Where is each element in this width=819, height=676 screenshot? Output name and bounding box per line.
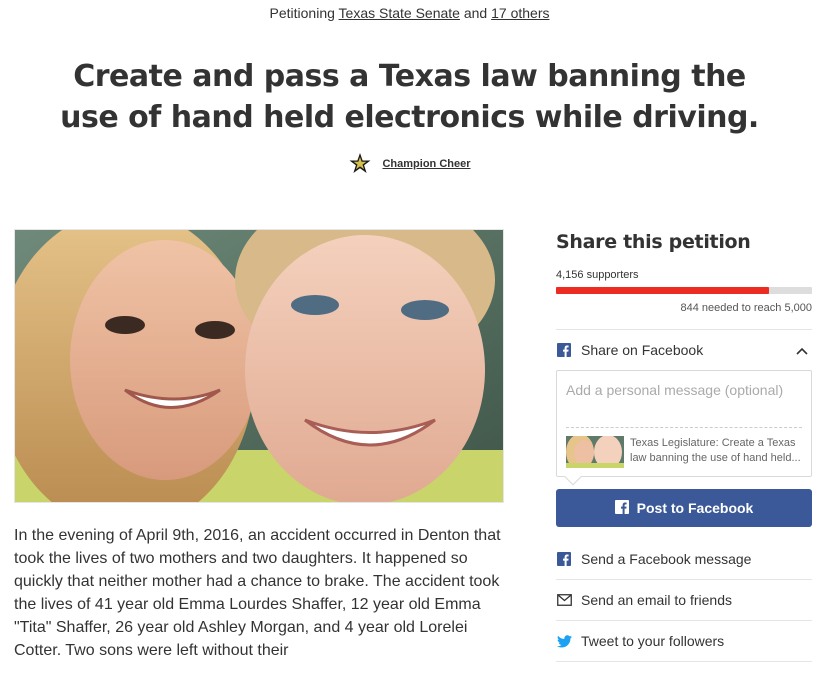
tweet-label: Tweet to your followers (581, 633, 725, 649)
cheer-star-logo-icon (348, 152, 372, 176)
facebook-icon (556, 551, 572, 567)
link-preview-text: Texas Legislature: Create a Texas law ba… (630, 437, 801, 464)
starter-name-link[interactable]: Champion Cheer (382, 158, 470, 170)
envelope-icon (556, 592, 572, 608)
divider (556, 661, 812, 662)
petition-photo (14, 229, 504, 503)
share-title: Share this petition (556, 231, 751, 253)
petition-title: Create and pass a Texas law banning the … (60, 59, 759, 135)
post-to-facebook-button[interactable]: Post to Facebook (556, 489, 812, 527)
share-panel: Share this petition 4,156 supporters 844… (556, 231, 812, 662)
others-link[interactable]: 17 others (491, 5, 549, 21)
twitter-bird-icon (556, 633, 572, 649)
share-on-facebook-label: Share on Facebook (581, 342, 704, 358)
petitioning-label: Petitioning (269, 5, 335, 21)
chevron-up-icon[interactable] (796, 342, 808, 358)
facebook-icon (614, 499, 629, 517)
progress-bar (556, 287, 812, 294)
facebook-icon (556, 342, 572, 358)
send-facebook-message-button[interactable]: Send a Facebook message (556, 539, 812, 579)
and-label: and (463, 5, 488, 21)
needed-count: 844 needed to reach 5,000 (680, 302, 812, 314)
supporter-count: 4,156 supporters (556, 269, 639, 281)
post-to-facebook-label: Post to Facebook (636, 500, 754, 516)
share-on-facebook-toggle[interactable]: Share on Facebook (556, 330, 812, 370)
petition-starter: Champion Cheer (0, 152, 819, 176)
petition-targets-line: Petitioning Texas State Senate and 17 ot… (0, 5, 819, 21)
target-link[interactable]: Texas State Senate (339, 5, 460, 21)
send-facebook-message-label: Send a Facebook message (581, 551, 752, 567)
tweet-button[interactable]: Tweet to your followers (556, 621, 812, 661)
progress-bar-fill (556, 287, 769, 294)
petition-story: In the evening of April 9th, 2016, an ac… (14, 527, 501, 659)
facebook-message-box: Add a personal message (optional) Texas … (556, 370, 812, 486)
link-preview: Texas Legislature: Create a Texas law ba… (557, 428, 811, 476)
send-email-button[interactable]: Send an email to friends (556, 580, 812, 620)
send-email-label: Send an email to friends (581, 592, 732, 608)
link-preview-thumbnail (566, 436, 624, 468)
personal-message-input[interactable]: Add a personal message (optional) (557, 371, 811, 427)
